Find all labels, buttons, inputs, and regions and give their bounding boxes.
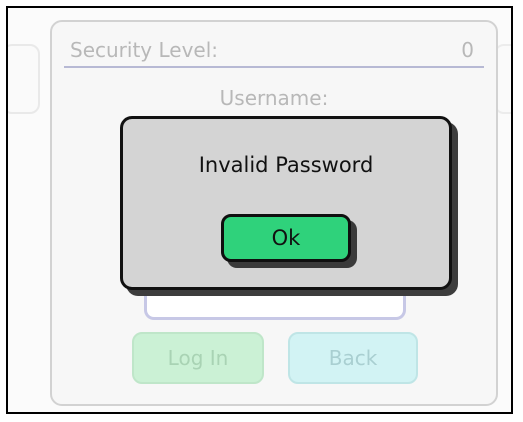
back-button[interactable]: Back	[288, 332, 418, 384]
security-level-row: Security Level: 0	[64, 32, 484, 68]
login-button[interactable]: Log In	[132, 332, 264, 384]
username-label: Username:	[219, 86, 329, 110]
security-level-value: 0	[461, 38, 474, 62]
side-card-left	[8, 44, 40, 114]
security-level-label: Security Level:	[70, 38, 219, 62]
invalid-password-dialog: Invalid Password Ok	[120, 116, 452, 290]
ok-button[interactable]: Ok	[221, 214, 351, 262]
dialog-message: Invalid Password	[198, 153, 374, 177]
screen-frame: Security Level: 0 Username: Log In Back …	[6, 6, 513, 414]
